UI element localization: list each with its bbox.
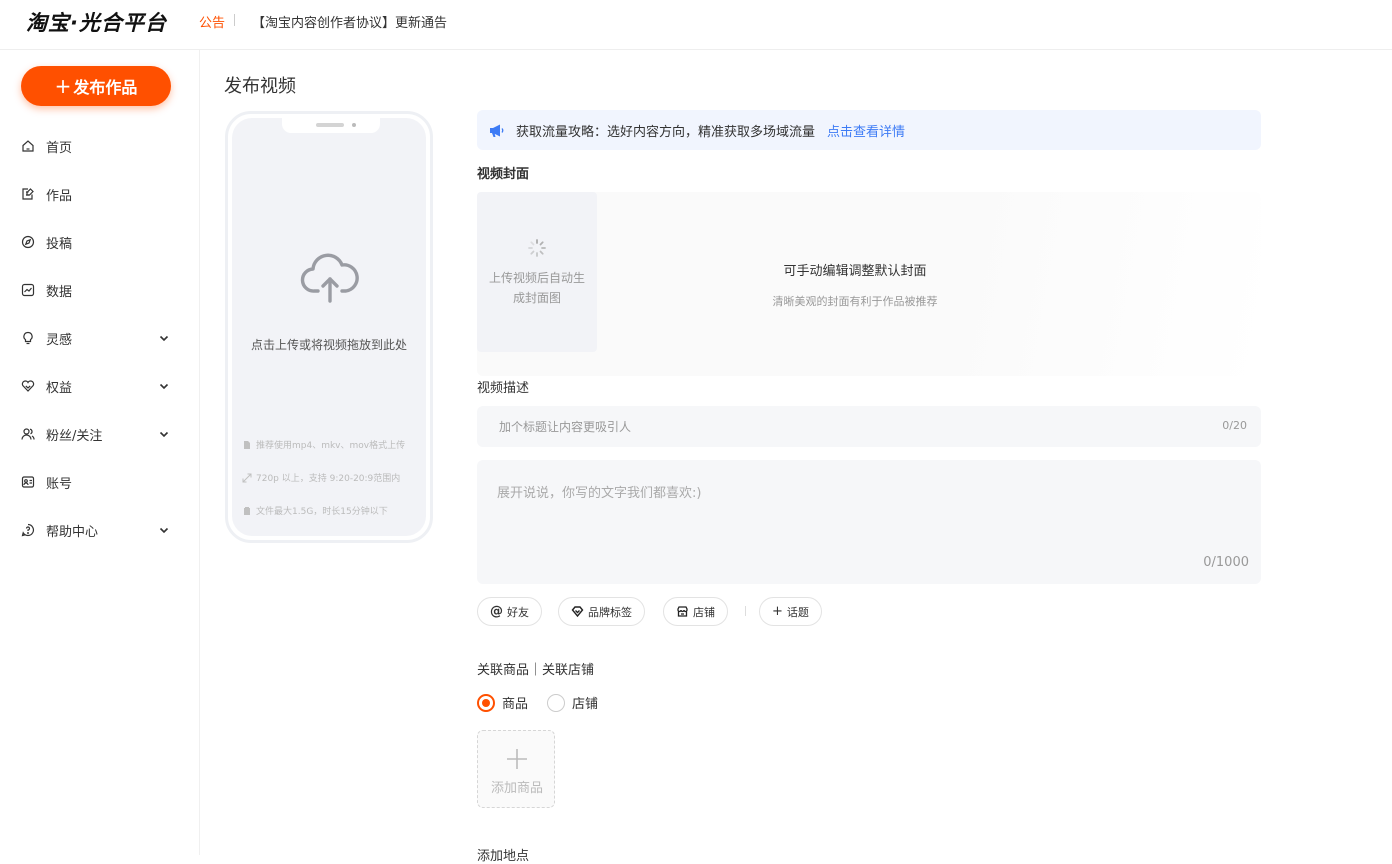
notice-divider <box>234 14 235 26</box>
description-char-count: 0/1000 <box>1203 555 1249 570</box>
sidebar-item-label: 首页 <box>46 140 73 156</box>
sidebar-item-label: 数据 <box>46 284 73 300</box>
plus-icon: + <box>54 74 72 98</box>
file-icon <box>244 440 250 449</box>
sidebar-item-label: 账号 <box>46 476 73 492</box>
home-icon <box>21 139 35 153</box>
plus-icon: + <box>772 604 783 619</box>
description-field: 0/1000 <box>477 460 1261 584</box>
sidebar-item-submit[interactable]: 投稿 <box>0 218 200 266</box>
brand-tag-label: 品牌标签 <box>588 605 632 619</box>
at-icon: @ <box>490 604 503 619</box>
expand-icon <box>242 473 252 482</box>
sidebar-item-benefits[interactable]: 权益 <box>0 362 200 410</box>
top-header: 淘宝·光合平台 公告 【淘宝内容创作者协议】更新通告 <box>0 0 1392 50</box>
store-icon <box>676 605 689 618</box>
users-icon <box>21 427 35 441</box>
mention-friend-button[interactable]: @ 好友 <box>477 597 542 626</box>
sidebar: + 发布作品 首页 作品 投稿 数据 灵感 权益 粉丝/关注 账号 帮助中心 <box>0 50 200 855</box>
size-hint: 文件最大1.5G，时长15分钟以下 <box>242 504 388 517</box>
chart-icon <box>21 283 35 297</box>
sidebar-item-account[interactable]: 账号 <box>0 458 200 506</box>
sidebar-item-label: 投稿 <box>46 236 73 252</box>
cloud-upload-icon[interactable] <box>300 253 360 305</box>
shop-label: 店铺 <box>693 605 715 619</box>
radio-shop[interactable]: 店铺 <box>547 693 598 712</box>
edit-icon <box>21 187 35 201</box>
cover-edit-title: 可手动编辑调整默认封面 <box>783 264 927 279</box>
sidebar-item-works[interactable]: 作品 <box>0 170 200 218</box>
chevron-down-icon[interactable] <box>158 332 170 344</box>
sidebar-item-label: 帮助中心 <box>46 524 99 540</box>
page-title: 发布视频 <box>224 76 296 97</box>
related-section-label: 关联商品｜关联店铺 <box>477 663 595 678</box>
notch-speaker <box>316 123 344 127</box>
sidebar-item-label: 权益 <box>46 380 73 396</box>
brand-tag-button[interactable]: 品牌标签 <box>558 597 645 626</box>
format-hint-text: 推荐使用mp4、mkv、mov格式上传 <box>256 441 406 451</box>
publish-work-label: 发布作品 <box>73 78 138 97</box>
add-product-label: 添加商品 <box>490 781 543 796</box>
size-hint-text: 文件最大1.5G，时长15分钟以下 <box>256 507 388 517</box>
chevron-down-icon[interactable] <box>158 428 170 440</box>
sidebar-item-data[interactable]: 数据 <box>0 266 200 314</box>
radio-checked-icon[interactable] <box>477 693 495 712</box>
cover-thumbnail[interactable]: 上传视频后自动生成封面图 <box>477 192 597 352</box>
shop-button[interactable]: 店铺 <box>663 597 728 626</box>
radio-product-label: 商品 <box>502 697 529 712</box>
notice-link[interactable]: 【淘宝内容创作者协议】更新通告 <box>252 12 447 31</box>
add-topic-button[interactable]: + 话题 <box>759 597 822 626</box>
loading-spinner-icon <box>528 239 546 257</box>
description-section-label: 视频描述 <box>477 381 530 396</box>
resolution-hint-text: 720p 以上，支持 9:20-20:9范围内 <box>256 474 401 484</box>
sidebar-item-inspiration[interactable]: 灵感 <box>0 314 200 362</box>
sidebar-item-label: 灵感 <box>46 332 73 348</box>
chevron-down-icon[interactable] <box>158 524 170 536</box>
cover-thumb-text: 上传视频后自动生成封面图 <box>488 271 585 305</box>
banner-text: 获取流量攻略：选好内容方向，精准获取多场域流量 <box>516 124 816 140</box>
bulb-icon <box>21 331 35 345</box>
storage-icon <box>244 506 250 515</box>
mention-friend-label: 好友 <box>507 605 529 619</box>
sidebar-item-label: 作品 <box>46 188 73 204</box>
video-upload-dropzone[interactable]: 点击上传或将视频拖放到此处 推荐使用mp4、mkv、mov格式上传 720p 以… <box>225 111 433 543</box>
megaphone-icon <box>490 124 504 137</box>
sidebar-item-label: 粉丝/关注 <box>46 428 103 444</box>
diamond-icon <box>571 605 584 618</box>
phone-screen[interactable]: 点击上传或将视频拖放到此处 推荐使用mp4、mkv、mov格式上传 720p 以… <box>232 118 426 536</box>
description-textarea[interactable] <box>497 482 1217 552</box>
add-topic-label: 话题 <box>786 605 809 619</box>
notch-camera <box>352 123 356 127</box>
title-field: 0/20 <box>477 406 1261 447</box>
chip-divider <box>745 606 746 616</box>
heart-icon <box>21 379 35 393</box>
id-card-icon <box>21 475 35 489</box>
sidebar-nav: 首页 作品 投稿 数据 灵感 权益 粉丝/关注 账号 帮助中心 <box>0 122 200 554</box>
radio-product[interactable]: 商品 <box>477 693 528 712</box>
radio-shop-label: 店铺 <box>572 697 599 712</box>
compass-icon <box>21 235 35 249</box>
cover-section-label: 视频封面 <box>477 167 530 182</box>
traffic-tip-banner: 获取流量攻略：选好内容方向，精准获取多场域流量 点击查看详情 <box>477 110 1261 150</box>
resolution-hint: 720p 以上，支持 9:20-20:9范围内 <box>242 471 400 484</box>
notice-tag: 公告 <box>199 16 226 31</box>
title-char-count: 0/20 <box>1222 419 1247 432</box>
title-input[interactable] <box>499 406 1179 447</box>
radio-unchecked-icon[interactable] <box>547 693 565 712</box>
cover-edit-subtitle: 清晰美观的封面有利于作品被推荐 <box>772 295 938 308</box>
publish-work-button[interactable]: + 发布作品 <box>21 66 171 106</box>
sidebar-item-fans[interactable]: 粉丝/关注 <box>0 410 200 458</box>
sidebar-item-help[interactable]: 帮助中心 <box>0 506 200 554</box>
add-product-button[interactable]: 添加商品 <box>477 730 555 808</box>
phone-notch <box>282 118 380 133</box>
upload-instruction: 点击上传或将视频拖放到此处 <box>250 338 407 352</box>
help-icon <box>21 523 35 537</box>
view-details-link[interactable]: 点击查看详情 <box>827 121 905 140</box>
chevron-down-icon[interactable] <box>158 380 170 392</box>
sidebar-item-home[interactable]: 首页 <box>0 122 200 170</box>
platform-logo[interactable]: 淘宝·光合平台 <box>26 7 167 37</box>
plus-icon <box>507 749 527 769</box>
format-hint: 推荐使用mp4、mkv、mov格式上传 <box>242 438 405 451</box>
